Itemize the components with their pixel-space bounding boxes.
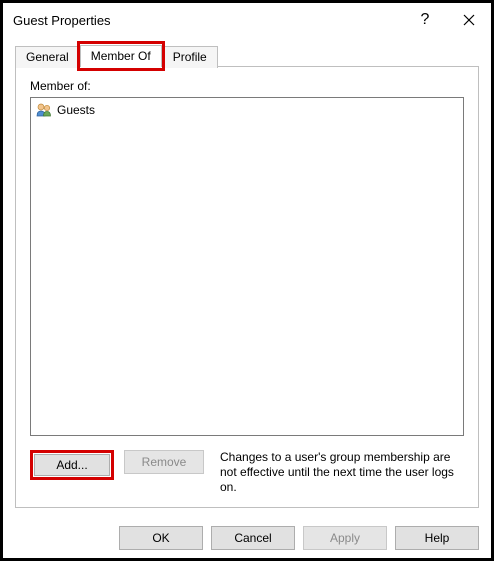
dialog-button-bar: OK Cancel Apply Help [3,518,491,558]
tab-label: Member Of [91,49,151,63]
tab-member-of[interactable]: Member Of [80,45,162,67]
tab-page-member-of: Member of: Guests Add... Remove [15,66,479,508]
list-actions-row: Add... Remove Changes to a user's group … [30,450,464,495]
list-item[interactable]: Guests [33,100,461,120]
tab-general[interactable]: General [15,46,80,68]
add-button[interactable]: Add... [34,454,110,476]
close-button[interactable] [447,5,491,35]
tab-member-of-wrap: Member Of [80,45,162,67]
tab-label: General [26,50,69,64]
tab-strip: General Member Of Profile [15,41,479,67]
dialog-body: General Member Of Profile Member of: [3,37,491,518]
titlebar: Guest Properties ? [3,3,491,37]
group-icon [35,102,53,118]
membership-hint-text: Changes to a user's group membership are… [214,450,464,495]
window-title: Guest Properties [13,13,403,28]
list-item-label: Guests [57,103,95,117]
member-of-label: Member of: [30,79,464,93]
ok-button[interactable]: OK [119,526,203,550]
tab-profile[interactable]: Profile [162,46,218,68]
guest-properties-dialog: Guest Properties ? General Member Of Pro… [0,0,494,561]
annotation-highlight: Add... [30,450,114,480]
groups-listbox[interactable]: Guests [30,97,464,436]
apply-button: Apply [303,526,387,550]
close-icon [463,14,475,26]
cancel-button[interactable]: Cancel [211,526,295,550]
context-help-button[interactable]: ? [403,5,447,35]
help-button[interactable]: Help [395,526,479,550]
tab-label: Profile [173,50,207,64]
remove-button: Remove [124,450,204,474]
